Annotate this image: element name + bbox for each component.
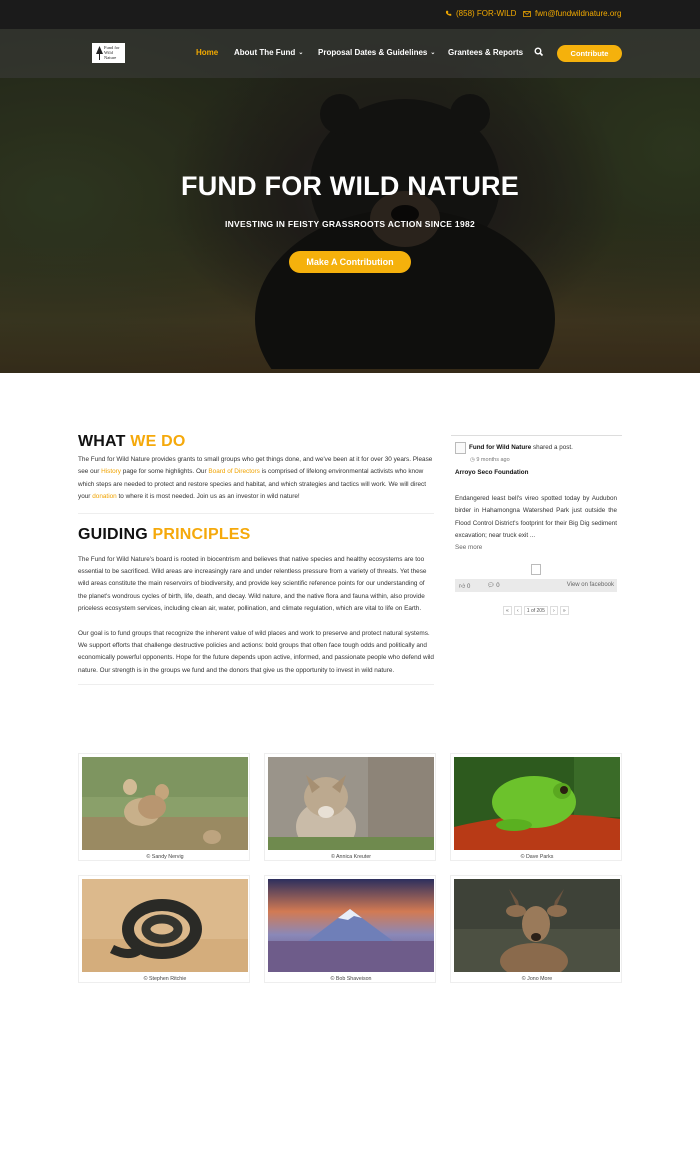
gallery-photo	[268, 879, 434, 972]
gallery-photo	[82, 879, 248, 972]
photo-credit: © Dave Parks	[520, 854, 554, 860]
post-body: Endangered least bell's vireo spotted to…	[455, 495, 617, 540]
heading-accent: PRINCIPLES	[152, 525, 251, 543]
hero-title: FUND FOR WILD NATURE	[181, 171, 519, 201]
guiding-principles-heading: GUIDING PRINCIPLES	[78, 526, 434, 544]
comment-icon: 💬︎	[487, 583, 495, 589]
pager-next-button[interactable]: ›	[549, 606, 558, 615]
photo-credit: © Bob Shaveison	[330, 976, 372, 982]
email-contact[interactable]: fwn@fundwildnature.org	[523, 9, 621, 18]
pager-prev-button[interactable]: ‹	[513, 606, 522, 615]
guiding-principles-p2: Our goal is to fund groups that recogniz…	[78, 629, 434, 674]
phone-number: (858) FOR-WILD	[456, 9, 517, 18]
photo-credit: © Stephen Ritchie	[143, 976, 187, 982]
nav-item-about[interactable]: About The Fund ⌄	[234, 48, 303, 57]
section-divider	[78, 684, 434, 686]
logo-line3: Nature	[104, 55, 117, 60]
top-contact-bar: (858) FOR-WILD fwn@fundwildnature.org	[0, 0, 700, 29]
email-address: fwn@fundwildnature.org	[535, 9, 622, 18]
gallery-item-prairie-dogs[interactable]: © Sandy Nervig	[78, 753, 250, 861]
gallery-photo	[454, 879, 620, 972]
tree-logo-icon	[96, 46, 103, 60]
shared-org-name[interactable]: Arroyo Seco Foundation	[455, 469, 528, 476]
poster-action: shared a post.	[531, 444, 573, 451]
nav-label: Grantees & Reports	[448, 48, 524, 57]
gallery-item-rattlesnake[interactable]: © Stephen Ritchie	[78, 875, 250, 983]
text-segment: page for some highlights. Our	[120, 468, 209, 476]
envelope-icon	[523, 10, 531, 17]
logo-text: Fund for Wild Nature	[104, 45, 120, 60]
post-time-text: 9 months ago	[476, 457, 510, 463]
what-we-do-heading: WHAT WE DO	[78, 433, 434, 451]
hero-tagline: INVESTING IN FEISTY GRASSROOTS ACTION SI…	[224, 219, 476, 229]
like-icon: 👍︎	[459, 584, 466, 590]
heading-accent: WE DO	[130, 433, 186, 450]
section-divider	[78, 512, 434, 514]
what-we-do-text: The Fund for Wild Nature provides grants…	[78, 454, 434, 504]
phone-icon	[445, 10, 452, 16]
poster-name[interactable]: Fund for Wild Nature	[469, 444, 531, 451]
search-icon[interactable]	[534, 47, 544, 57]
nav-label: Home	[196, 48, 219, 57]
nav-item-grantees[interactable]: Grantees & Reports	[448, 48, 523, 57]
history-link[interactable]: History	[101, 468, 121, 475]
gallery-item-mountain[interactable]: © Bob Shaveison	[264, 875, 436, 983]
main-content: WHAT WE DO The Fund for Wild Nature prov…	[78, 433, 434, 686]
site-logo[interactable]: Fund for Wild Nature	[92, 43, 125, 63]
photo-credit: © Sandy Nervig	[146, 854, 184, 860]
see-more-link[interactable]: See more	[455, 544, 482, 551]
chevron-down-icon: ⌄	[298, 50, 304, 56]
pager-last-button[interactable]: »	[559, 606, 569, 615]
chevron-down-icon: ⌄	[430, 50, 436, 56]
view-on-facebook-link[interactable]: View on facebook	[567, 582, 614, 588]
pager-status: 1 of 205	[523, 606, 548, 615]
gallery-photo	[454, 757, 620, 850]
nav-label: Proposal Dates & Guidelines	[318, 48, 428, 57]
nav-item-home[interactable]: Home	[196, 48, 218, 57]
text-segment: to where it is most needed. Join us as a…	[116, 493, 300, 501]
facebook-feed-widget: Fund for Wild Nature shared a post. ◷ 9 …	[451, 435, 622, 620]
likes-value: 0	[466, 584, 471, 590]
heading-main: GUIDING	[78, 525, 148, 543]
guiding-principles-p1: The Fund for Wild Nature's board is root…	[78, 555, 427, 613]
contribute-button[interactable]: Contribute	[557, 45, 622, 62]
page-avatar-icon	[455, 442, 466, 454]
make-contribution-button[interactable]: Make A Contribution	[289, 251, 411, 273]
donation-link[interactable]: donation	[92, 493, 117, 500]
nav-label: About The Fund	[234, 48, 296, 57]
likes-count[interactable]: 👍︎ 0	[459, 582, 470, 590]
post-header: Fund for Wild Nature shared a post.	[469, 444, 573, 451]
board-of-directors-link[interactable]: Board of Directors	[208, 468, 260, 475]
post-actions-bar: 👍︎ 0 💬︎ 0 View on facebook	[455, 579, 617, 592]
comments-count[interactable]: 💬︎ 0	[487, 582, 500, 589]
clock-icon: ◷	[470, 457, 475, 463]
gallery-item-deer[interactable]: © Jono More	[450, 875, 622, 983]
heading-main: WHAT	[78, 433, 126, 450]
gallery-photo	[82, 757, 248, 850]
gallery-item-coyote[interactable]: © Annica Kreuter	[264, 753, 436, 861]
hero-banner: Fund for Wild Nature Home About The Fund…	[0, 29, 700, 373]
feed-pager: « ‹ 1 of 205 › »	[503, 606, 569, 615]
gallery-photo	[268, 757, 434, 850]
pager-first-button[interactable]: «	[503, 606, 512, 615]
main-navigation: Fund for Wild Nature Home About The Fund…	[0, 29, 700, 78]
photo-credit: © Jono More	[521, 976, 553, 982]
comments-value: 0	[496, 583, 500, 589]
phone-contact[interactable]: (858) FOR-WILD	[445, 9, 516, 18]
photo-credit: © Annica Kreuter	[330, 854, 372, 860]
nav-item-proposal-dates[interactable]: Proposal Dates & Guidelines ⌄	[318, 48, 435, 57]
post-image-icon[interactable]	[531, 564, 541, 575]
post-time: ◷ 9 months ago	[470, 457, 510, 463]
gallery-item-tree-frog[interactable]: © Dave Parks	[450, 753, 622, 861]
